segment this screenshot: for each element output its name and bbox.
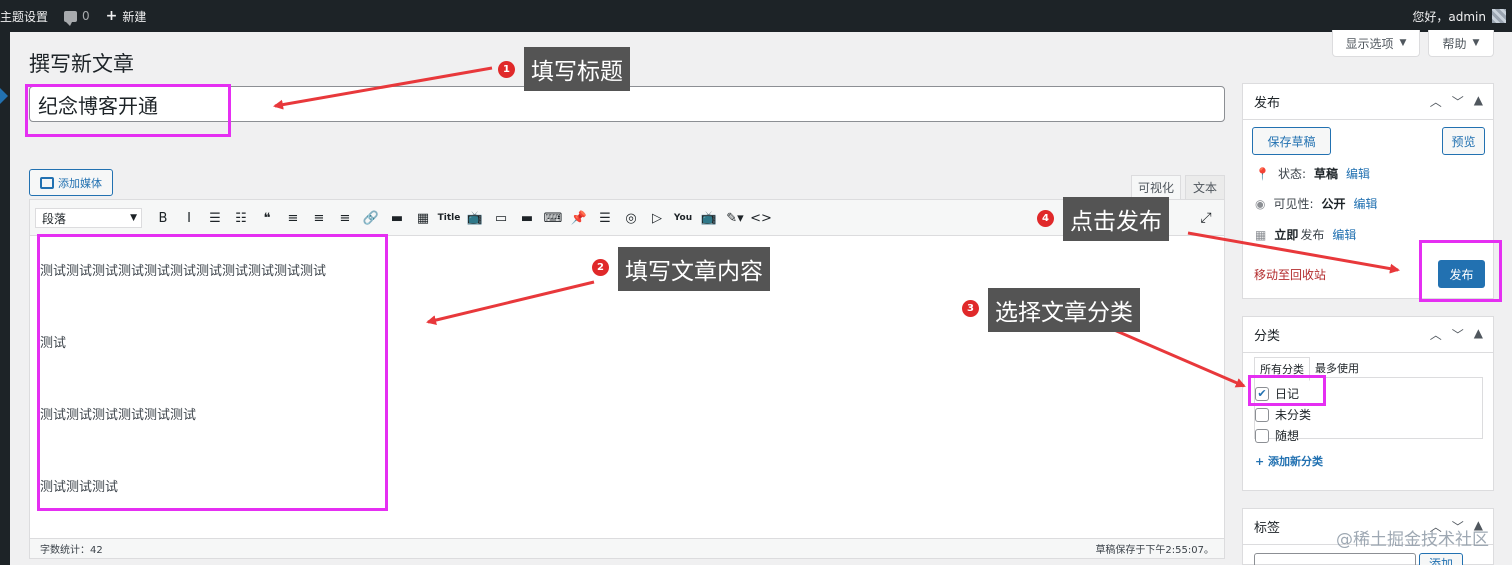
- collapse-icon[interactable]: ▲: [1474, 326, 1483, 343]
- page-title: 撰写新文章: [29, 52, 134, 76]
- align-center-icon[interactable]: ≡: [306, 208, 332, 228]
- watermark: @稀土掘金技术社区: [1336, 530, 1489, 550]
- tag-input[interactable]: [1254, 553, 1416, 565]
- collapse-icon[interactable]: ▲: [1474, 93, 1483, 110]
- code-icon[interactable]: <>: [748, 208, 774, 228]
- status-row: 📍 状态: 草稿 编辑: [1255, 165, 1371, 182]
- blockquote-icon[interactable]: ❝: [254, 208, 280, 228]
- tab-visual[interactable]: 可视化: [1131, 175, 1181, 199]
- align-left-icon[interactable]: ≡: [280, 208, 306, 228]
- word-count: 字数统计：42: [40, 545, 103, 556]
- step-badge: 3: [962, 300, 979, 317]
- calendar-icon: ▦: [1255, 227, 1267, 242]
- category-item[interactable]: 随想: [1255, 427, 1299, 444]
- move-down-icon[interactable]: ﹀: [1452, 326, 1464, 343]
- comments-link[interactable]: 0: [64, 9, 90, 26]
- bullet-list-icon[interactable]: ☰: [202, 208, 228, 228]
- tab-text[interactable]: 文本: [1185, 175, 1225, 199]
- caret-down-icon: ▼: [1399, 38, 1407, 48]
- admin-menu-edge: [0, 32, 10, 565]
- eye-icon: ◉: [1255, 196, 1266, 211]
- youtube-icon[interactable]: You: [670, 208, 696, 228]
- editor-statusbar: 字数统计：42 草稿保存于下午2:55:07。: [30, 538, 1224, 558]
- checkbox[interactable]: [1255, 407, 1269, 422]
- callout-step4: 点击发布: [1063, 197, 1169, 241]
- account-menu[interactable]: 您好，admin: [1412, 8, 1506, 25]
- callout-step1: 填写标题: [524, 47, 630, 91]
- format-select[interactable]: 段落 ▼: [35, 208, 142, 228]
- toolbar-toggle-icon[interactable]: ▦: [410, 208, 436, 228]
- edit-status-link[interactable]: 编辑: [1346, 165, 1370, 182]
- window-icon[interactable]: ▭: [488, 208, 514, 228]
- greeting: 您好，admin: [1412, 9, 1486, 24]
- category-box-header: 分类 ︿ ﹀ ▲: [1243, 317, 1493, 353]
- move-up-icon[interactable]: ︿: [1430, 326, 1442, 343]
- publish-box-header: 发布 ︿ ﹀ ▲: [1243, 84, 1493, 120]
- move-to-trash-link[interactable]: 移动至回收站: [1254, 266, 1326, 283]
- add-tag-button[interactable]: 添加: [1419, 553, 1463, 565]
- video-icon[interactable]: 📺: [696, 208, 722, 228]
- title-icon[interactable]: Title: [436, 208, 462, 228]
- pin-icon[interactable]: 📌: [566, 208, 592, 228]
- keyboard-icon[interactable]: ⌨: [540, 208, 566, 228]
- admin-bar: 主题设置 0 + 新建 您好，admin: [0, 0, 1512, 32]
- music-icon[interactable]: ◎: [618, 208, 644, 228]
- schedule-row: ▦ 立即 发布 编辑: [1255, 226, 1357, 243]
- edit-visibility-link[interactable]: 编辑: [1354, 195, 1378, 212]
- edit-icon[interactable]: ✎▾: [722, 208, 748, 228]
- step-badge: 4: [1037, 210, 1054, 227]
- toolbar-buttons: B I ☰ ☷ ❝ ≡ ≡ ≡ 🔗 ▬ ▦ Title 📺 ▭ ▬ ⌨ 📌 ☰ ◎ ▷ You 📺 ✎▾ <>: [150, 208, 774, 228]
- step-badge: 2: [592, 259, 609, 276]
- caret-down-icon: ▼: [1472, 38, 1480, 48]
- menu-current-indicator: [0, 88, 8, 104]
- numbered-list-icon[interactable]: ☷: [228, 208, 254, 228]
- media-icon: [40, 176, 54, 189]
- category-item[interactable]: 未分类: [1255, 406, 1311, 423]
- step-badge: 1: [498, 61, 515, 78]
- plus-icon: +: [105, 8, 118, 24]
- tv-icon[interactable]: 📺: [462, 208, 488, 228]
- save-draft-button[interactable]: 保存草稿: [1252, 127, 1331, 155]
- comments-count: 0: [82, 9, 90, 23]
- checkbox[interactable]: [1255, 428, 1269, 443]
- bold-icon[interactable]: B: [150, 208, 176, 228]
- highlight-title: [25, 84, 231, 137]
- new-content-link[interactable]: + 新建: [106, 8, 147, 25]
- preview-button[interactable]: 预览: [1442, 127, 1485, 155]
- callout-step2: 填写文章内容: [618, 247, 770, 291]
- layers-icon[interactable]: ☰: [592, 208, 618, 228]
- move-down-icon[interactable]: ﹀: [1452, 93, 1464, 110]
- callout-step3: 选择文章分类: [988, 288, 1140, 332]
- add-media-button[interactable]: 添加媒体: [29, 169, 113, 196]
- avatar: [1492, 9, 1506, 23]
- add-new-category-link[interactable]: + 添加新分类: [1255, 453, 1323, 469]
- link-icon[interactable]: 🔗: [358, 208, 384, 228]
- highlight-content: [37, 234, 388, 511]
- italic-icon[interactable]: I: [176, 208, 202, 228]
- move-up-icon[interactable]: ︿: [1430, 93, 1442, 110]
- help-button[interactable]: 帮助 ▼: [1428, 30, 1494, 57]
- fullscreen-icon[interactable]: ⤢: [1196, 208, 1216, 228]
- highlight-category: [1248, 375, 1326, 406]
- visibility-row: ◉ 可见性: 公开 编辑: [1255, 195, 1378, 212]
- hd-icon[interactable]: ▬: [514, 208, 540, 228]
- edit-schedule-link[interactable]: 编辑: [1332, 226, 1356, 243]
- caret-down-icon: ▼: [130, 213, 137, 223]
- theme-settings-link[interactable]: 主题设置: [0, 8, 48, 25]
- autosave-status: 草稿保存于下午2:55:07。: [1095, 545, 1214, 556]
- highlight-publish: [1419, 240, 1502, 302]
- play-icon[interactable]: ▷: [644, 208, 670, 228]
- screen-options-button[interactable]: 显示选项 ▼: [1332, 30, 1420, 57]
- read-more-icon[interactable]: ▬: [384, 208, 410, 228]
- pin-icon: 📍: [1255, 166, 1270, 181]
- comment-bubble-icon: [64, 10, 78, 26]
- align-right-icon[interactable]: ≡: [332, 208, 358, 228]
